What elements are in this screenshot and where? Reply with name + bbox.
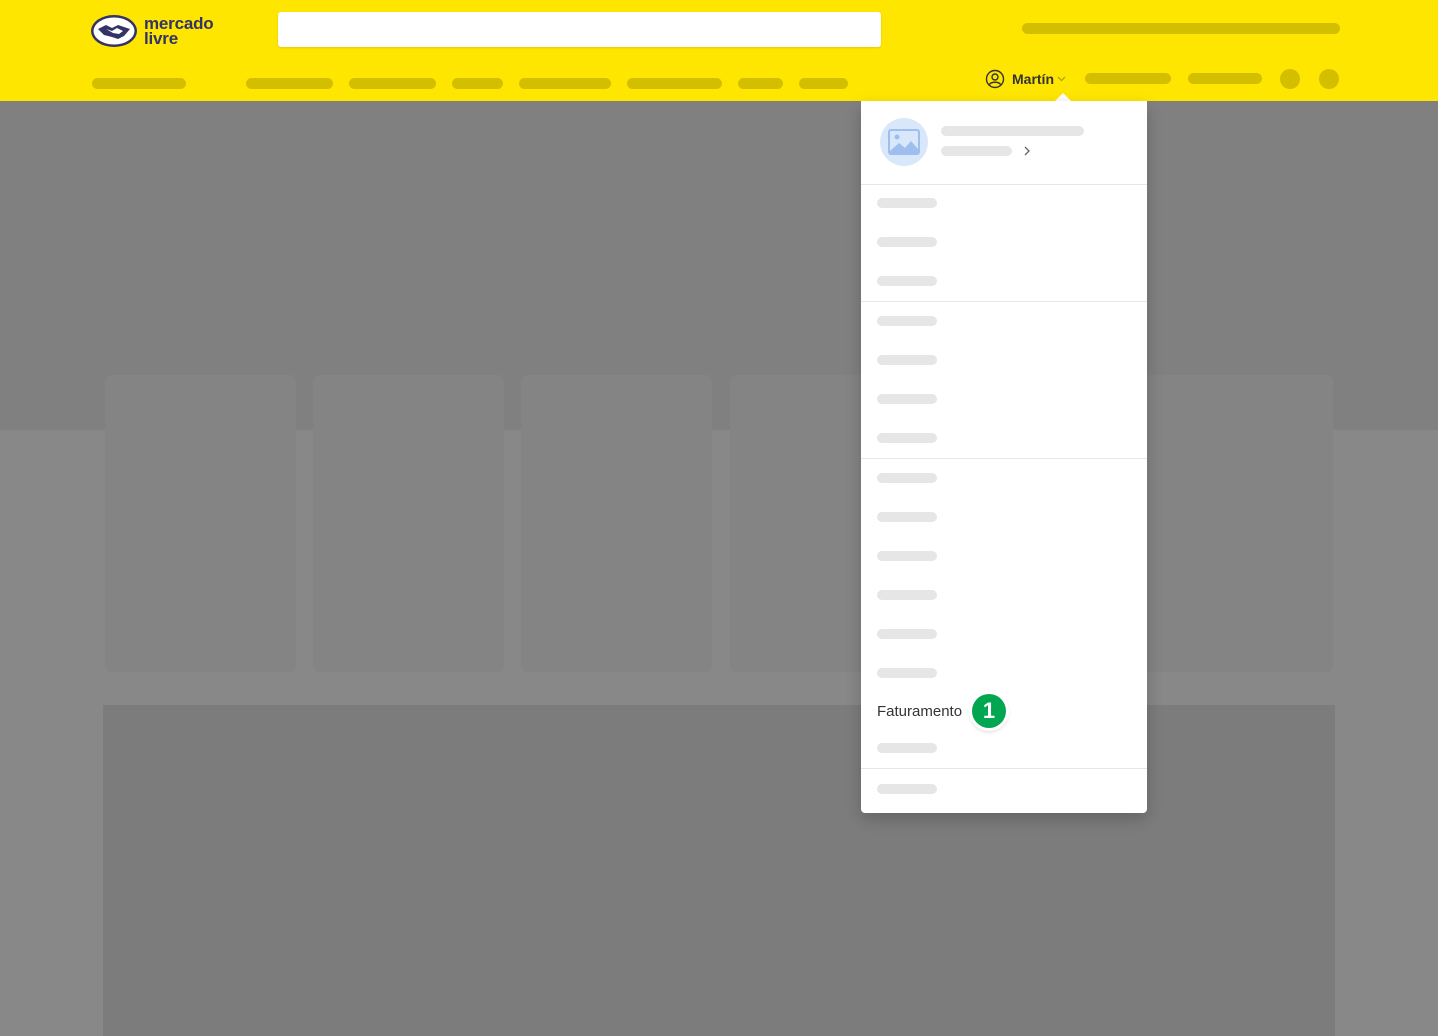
- brand-name: mercado livre: [144, 14, 214, 48]
- search-input[interactable]: [278, 12, 881, 47]
- menu-item-placeholder[interactable]: [877, 276, 937, 286]
- menu-item-placeholder[interactable]: [877, 394, 937, 404]
- content-card-placeholder: [1142, 375, 1333, 672]
- location-placeholder[interactable]: [92, 78, 186, 89]
- notifications-icon-placeholder[interactable]: [1280, 69, 1300, 89]
- dropdown-caret: [1055, 93, 1071, 101]
- profile-name-placeholder: [941, 126, 1084, 136]
- menu-item-placeholder[interactable]: [877, 316, 937, 326]
- profile-link-placeholder[interactable]: [941, 146, 1012, 156]
- nav-link-placeholder[interactable]: [799, 78, 848, 89]
- menu-item-placeholder[interactable]: [877, 743, 937, 753]
- menu-divider: [861, 768, 1147, 769]
- nav-link-placeholder[interactable]: [519, 78, 611, 89]
- menu-item-billing[interactable]: Faturamento 1: [877, 694, 1007, 728]
- site-header: mercado livre Martín: [0, 0, 1438, 101]
- content-card-placeholder: [105, 375, 296, 672]
- menu-item-placeholder[interactable]: [877, 355, 937, 365]
- menu-item-placeholder[interactable]: [877, 198, 937, 208]
- user-dropdown-menu: Faturamento 1: [861, 101, 1147, 813]
- menu-item-logout-placeholder[interactable]: [877, 784, 937, 794]
- step-badge: 1: [972, 694, 1007, 728]
- menu-item-placeholder[interactable]: [877, 473, 937, 483]
- chevron-right-icon: [1024, 146, 1030, 156]
- menu-item-placeholder[interactable]: [877, 590, 937, 600]
- nav-link-placeholder[interactable]: [349, 78, 436, 89]
- menu-item-placeholder[interactable]: [877, 512, 937, 522]
- handshake-logo-icon: [91, 15, 137, 47]
- content-panel-placeholder: [103, 705, 1335, 1036]
- user-icon: [985, 69, 1005, 89]
- brand-logo[interactable]: mercado livre: [90, 14, 214, 48]
- menu-item-placeholder[interactable]: [877, 551, 937, 561]
- profile-summary[interactable]: [861, 101, 1147, 185]
- billing-label: Faturamento: [877, 702, 963, 720]
- nav-link-placeholder[interactable]: [738, 78, 783, 89]
- menu-divider: [861, 301, 1147, 302]
- avatar: [880, 118, 928, 166]
- nav-link-placeholder[interactable]: [246, 78, 333, 89]
- content-card-placeholder: [521, 375, 712, 672]
- purchases-link-placeholder[interactable]: [1085, 73, 1171, 84]
- menu-item-placeholder[interactable]: [877, 237, 937, 247]
- promo-banner-placeholder[interactable]: [1022, 23, 1340, 34]
- menu-item-placeholder[interactable]: [877, 433, 937, 443]
- content-card-placeholder: [313, 375, 504, 672]
- menu-item-placeholder[interactable]: [877, 629, 937, 639]
- nav-link-placeholder[interactable]: [452, 78, 503, 89]
- image-placeholder-icon: [888, 129, 920, 155]
- cart-icon-placeholder[interactable]: [1319, 69, 1339, 89]
- chevron-down-icon: [1057, 76, 1066, 82]
- user-account-menu[interactable]: Martín: [985, 69, 1066, 89]
- favorites-link-placeholder[interactable]: [1188, 73, 1262, 84]
- menu-divider: [861, 458, 1147, 459]
- nav-link-placeholder[interactable]: [627, 78, 722, 89]
- menu-item-placeholder[interactable]: [877, 668, 937, 678]
- user-name: Martín: [1012, 71, 1054, 87]
